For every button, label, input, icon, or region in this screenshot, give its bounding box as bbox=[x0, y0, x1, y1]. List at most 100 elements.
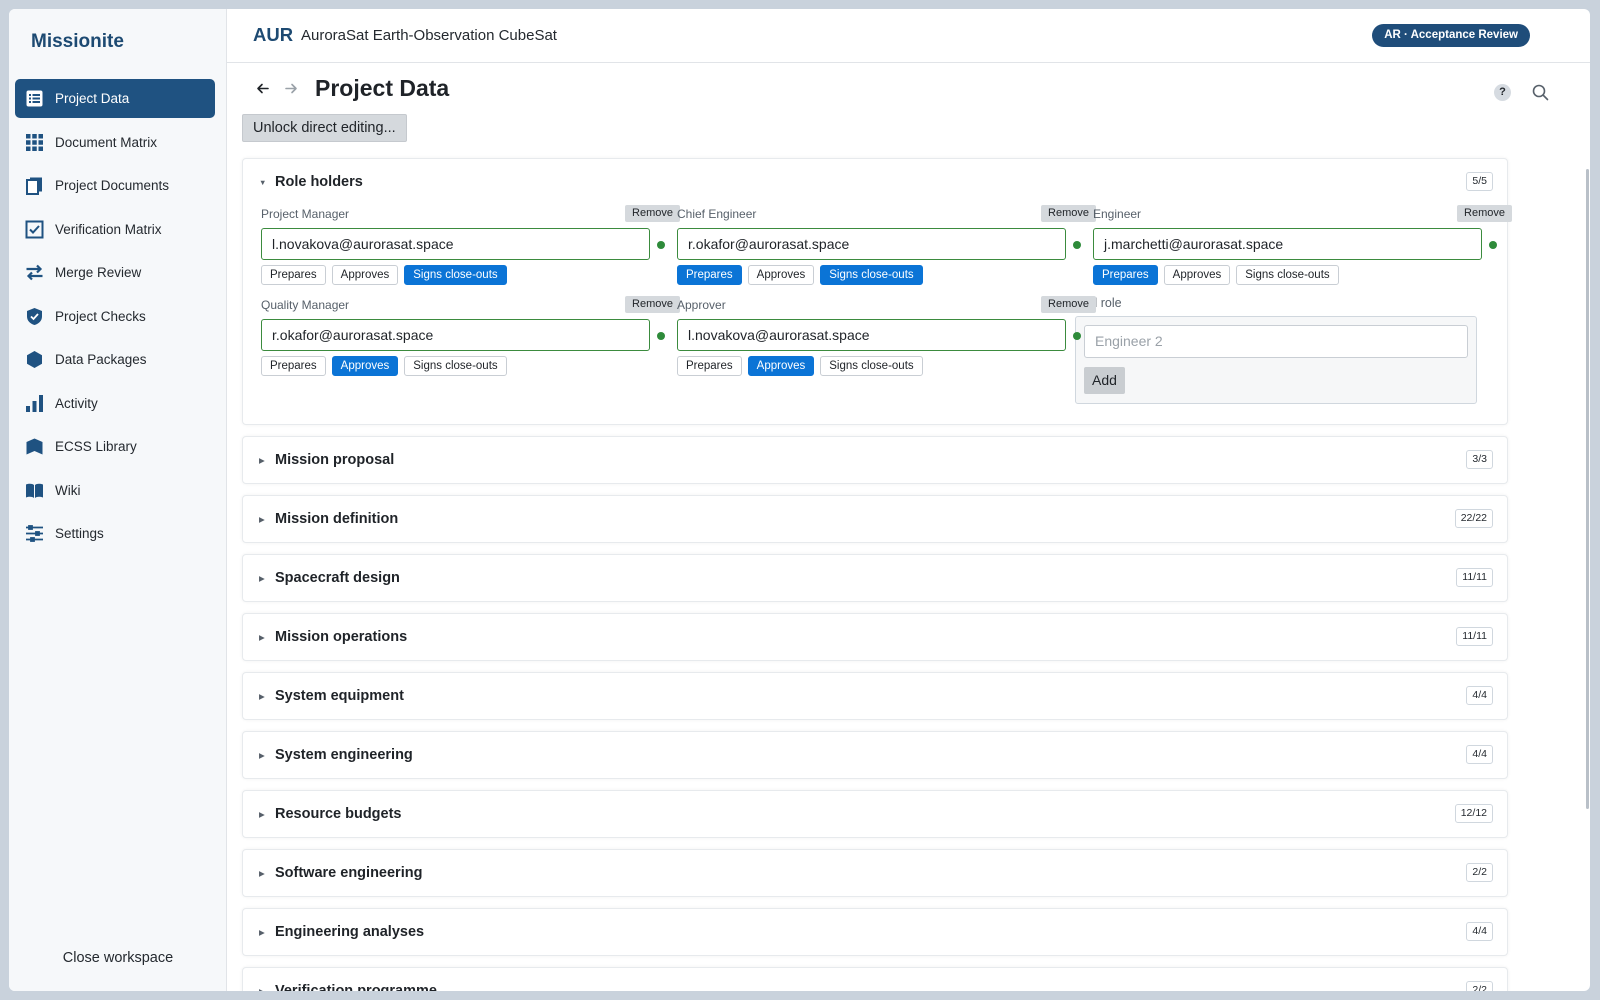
tag-prepares[interactable]: Prepares bbox=[261, 356, 326, 376]
role-grid: Add role Engineer 2 Add Project Manager R… bbox=[243, 205, 1512, 424]
add-role-panel: Add role Engineer 2 Add bbox=[1075, 296, 1477, 404]
role-email-input[interactable]: l.novakova@aurorasat.space bbox=[261, 228, 650, 260]
section-system-engineering: ▶ System engineering 4/4 bbox=[242, 731, 1508, 779]
section-header[interactable]: ▶ Mission operations 11/11 bbox=[243, 614, 1507, 660]
sections-list: ▼ Role holders 5/5 Add role Engineer 2 A… bbox=[242, 158, 1512, 991]
brand-logo[interactable]: Missionite bbox=[31, 31, 124, 53]
project-name: AuroraSat Earth-Observation CubeSat bbox=[301, 27, 557, 44]
caret-down-icon: ▼ bbox=[259, 177, 267, 187]
remove-role-button[interactable]: Remove bbox=[1457, 205, 1512, 222]
close-workspace-button[interactable]: Close workspace bbox=[9, 950, 227, 966]
tag-approves[interactable]: Approves bbox=[1163, 265, 1231, 285]
section-title: System equipment bbox=[275, 688, 404, 704]
remove-role-button[interactable]: Remove bbox=[625, 296, 680, 313]
remove-role-button[interactable]: Remove bbox=[1041, 205, 1096, 222]
tag-prepares[interactable]: Prepares bbox=[261, 265, 326, 285]
caret-right-icon: ▶ bbox=[259, 986, 265, 992]
section-title: System engineering bbox=[275, 747, 413, 763]
responsibility-tags: Prepares Approves Signs close-outs bbox=[677, 356, 929, 376]
role-holders-header[interactable]: ▼ Role holders 5/5 bbox=[243, 159, 1507, 205]
sidebar-item-ecss-library[interactable]: ECSS Library bbox=[15, 427, 215, 466]
sidebar-item-activity[interactable]: Activity bbox=[15, 384, 215, 423]
section-header[interactable]: ▶ Mission proposal 3/3 bbox=[243, 437, 1507, 483]
sidebar-item-project-data[interactable]: Project Data bbox=[15, 79, 215, 118]
sidebar-item-label: Project Checks bbox=[55, 308, 146, 324]
bar-chart-icon bbox=[24, 393, 44, 413]
sidebar-item-label: Document Matrix bbox=[55, 134, 158, 150]
role-email-input[interactable]: l.novakova@aurorasat.space bbox=[677, 319, 1066, 351]
tag-prepares[interactable]: Prepares bbox=[677, 265, 742, 285]
section-header[interactable]: ▶ Engineering analyses 4/4 bbox=[243, 909, 1507, 955]
valid-status-dot bbox=[657, 332, 665, 340]
section-header[interactable]: ▶ Mission definition 22/22 bbox=[243, 496, 1507, 542]
sidebar-item-document-matrix[interactable]: Document Matrix bbox=[15, 123, 215, 162]
section-header[interactable]: ▶ System equipment 4/4 bbox=[243, 673, 1507, 719]
tag-approves[interactable]: Approves bbox=[747, 356, 815, 376]
responsibility-tags: Prepares Approves Signs close-outs bbox=[261, 356, 513, 376]
role-email-input[interactable]: r.okafor@aurorasat.space bbox=[261, 319, 650, 351]
tag-prepares[interactable]: Prepares bbox=[677, 356, 742, 376]
remove-role-button[interactable]: Remove bbox=[625, 205, 680, 222]
tag-prepares[interactable]: Prepares bbox=[1093, 265, 1158, 285]
sidebar-item-project-checks[interactable]: Project Checks bbox=[15, 297, 215, 336]
responsibility-tags: Prepares Approves Signs close-outs bbox=[677, 265, 929, 285]
scrollbar[interactable] bbox=[1585, 169, 1590, 809]
grid-icon bbox=[24, 132, 44, 152]
add-role-label: Add role bbox=[1075, 296, 1122, 310]
list-icon bbox=[24, 89, 44, 109]
book-icon bbox=[24, 480, 44, 500]
remove-role-button[interactable]: Remove bbox=[1041, 296, 1096, 313]
section-title: Engineering analyses bbox=[275, 924, 425, 940]
search-icon[interactable] bbox=[1531, 83, 1550, 102]
section-header[interactable]: ▶ System engineering 4/4 bbox=[243, 732, 1507, 778]
add-role-input[interactable]: Engineer 2 bbox=[1084, 325, 1468, 358]
sidebar-item-verification-matrix[interactable]: Verification Matrix bbox=[15, 210, 215, 249]
section-spacecraft-design: ▶ Spacecraft design 11/11 bbox=[242, 554, 1508, 602]
hexagon-icon bbox=[24, 350, 44, 370]
tag-signs[interactable]: Signs close-outs bbox=[404, 265, 507, 285]
caret-right-icon: ▶ bbox=[259, 927, 265, 937]
scrollbar-thumb[interactable] bbox=[1586, 169, 1589, 809]
sidebar-item-merge-review[interactable]: Merge Review bbox=[15, 253, 215, 292]
responsibility-tags: Prepares Approves Signs close-outs bbox=[261, 265, 513, 285]
help-icon[interactable]: ? bbox=[1494, 84, 1511, 101]
unlock-editing-button[interactable]: Unlock direct editing... bbox=[242, 114, 407, 142]
project-code: AUR bbox=[253, 24, 294, 45]
page-title: Project Data bbox=[315, 75, 450, 101]
forward-arrow-icon[interactable] bbox=[280, 78, 302, 100]
tag-approves[interactable]: Approves bbox=[331, 265, 399, 285]
tag-signs[interactable]: Signs close-outs bbox=[404, 356, 507, 376]
top-bar: AUR AuroraSat Earth-Observation CubeSat … bbox=[227, 9, 1590, 63]
role-email-input[interactable]: r.okafor@aurorasat.space bbox=[677, 228, 1066, 260]
section-title: Spacecraft design bbox=[275, 570, 400, 586]
back-arrow-icon[interactable] bbox=[251, 78, 273, 100]
valid-status-dot bbox=[1073, 241, 1081, 249]
tag-signs[interactable]: Signs close-outs bbox=[820, 265, 923, 285]
role-email-input[interactable]: j.marchetti@aurorasat.space bbox=[1093, 228, 1482, 260]
main-panel: AUR AuroraSat Earth-Observation CubeSat … bbox=[227, 9, 1590, 991]
library-icon bbox=[24, 437, 44, 457]
section-header[interactable]: ▶ Resource budgets 12/12 bbox=[243, 791, 1507, 837]
add-role-button[interactable]: Add bbox=[1084, 367, 1125, 394]
sidebar-item-wiki[interactable]: Wiki bbox=[15, 471, 215, 510]
caret-right-icon: ▶ bbox=[259, 750, 265, 760]
section-header[interactable]: ▶ Software engineering 2/2 bbox=[243, 850, 1507, 896]
caret-right-icon: ▶ bbox=[259, 809, 265, 819]
sidebar-item-label: Merge Review bbox=[55, 265, 142, 280]
role-label: Engineer bbox=[1093, 207, 1142, 221]
sliders-icon bbox=[24, 524, 44, 544]
sidebar-item-label: Settings bbox=[55, 526, 104, 541]
section-header[interactable]: ▶ Verification programme 2/2 bbox=[243, 968, 1507, 991]
sidebar-item-label: Project Documents bbox=[55, 178, 170, 193]
valid-status-dot bbox=[657, 241, 665, 249]
sidebar-item-settings[interactable]: Settings bbox=[15, 514, 215, 553]
sidebar-item-project-documents[interactable]: Project Documents bbox=[15, 166, 215, 205]
tag-signs[interactable]: Signs close-outs bbox=[1236, 265, 1339, 285]
sidebar-item-data-packages[interactable]: Data Packages bbox=[15, 340, 215, 379]
tag-approves[interactable]: Approves bbox=[747, 265, 815, 285]
section-header[interactable]: ▶ Spacecraft design 11/11 bbox=[243, 555, 1507, 601]
tag-signs[interactable]: Signs close-outs bbox=[820, 356, 923, 376]
tag-approves[interactable]: Approves bbox=[331, 356, 399, 376]
phase-badge[interactable]: AR · Acceptance Review bbox=[1372, 24, 1530, 47]
sidebar-item-label: Verification Matrix bbox=[55, 221, 162, 237]
